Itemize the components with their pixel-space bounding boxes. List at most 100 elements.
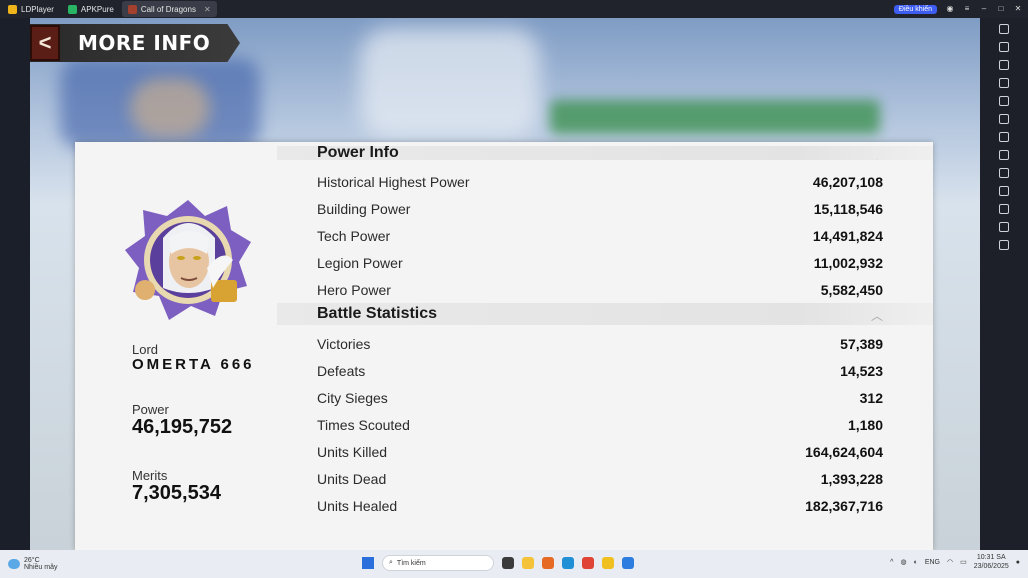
keyboard-icon[interactable]: [999, 24, 1009, 34]
power-label: Power: [132, 402, 169, 417]
stat-value: 14,523: [840, 362, 883, 379]
stat-row: Legion Power 11,002,932: [277, 249, 933, 276]
stat-label: Victories: [317, 335, 371, 352]
network-icon[interactable]: ◍: [900, 558, 906, 566]
more-icon[interactable]: [999, 240, 1009, 250]
weather-desc: Nhiều mây: [24, 564, 58, 571]
task-view-icon[interactable]: [502, 557, 514, 569]
tab-ldplayer[interactable]: LDPlayer: [2, 1, 60, 17]
stat-value: 1,180: [847, 416, 883, 433]
background-blur-tan: [130, 78, 210, 138]
stat-row: Times Scouted 1,180: [277, 411, 933, 438]
record-icon[interactable]: [999, 78, 1009, 88]
windows-taskbar: 26°C Nhiều mây ⌕ Tìm kiếm ^ ◍ ◐ ENG ◠ ▭ …: [0, 550, 1028, 578]
tab-apkpure[interactable]: APKPure: [62, 1, 120, 17]
stat-label: Units Healed: [317, 497, 398, 514]
chevron-up-icon[interactable]: ︿: [871, 307, 883, 324]
page-title: MORE INFO: [78, 31, 211, 55]
stat-value: 312: [859, 389, 883, 406]
system-clock[interactable]: 10:31 SA 23/06/2025: [974, 553, 1009, 571]
power-value: 46,195,752: [132, 416, 233, 438]
chevron-up-icon[interactable]: ︿: [871, 150, 883, 160]
lord-avatar[interactable]: [123, 198, 253, 322]
control-pill-button[interactable]: Điều khiển: [893, 4, 937, 14]
account-icon[interactable]: ◉: [946, 5, 954, 13]
stat-label: Defeats: [317, 362, 366, 379]
windows-start-icon[interactable]: [362, 557, 374, 569]
stat-label: Tech Power: [317, 227, 391, 244]
stat-value: 57,389: [840, 335, 883, 352]
lord-name: OMERTA 666: [132, 356, 255, 373]
stat-label: Units Dead: [317, 470, 387, 487]
sync-icon[interactable]: [999, 204, 1009, 214]
chrome-icon[interactable]: [582, 557, 594, 569]
menu-icon[interactable]: ≡: [963, 5, 971, 13]
folder-icon[interactable]: [999, 168, 1009, 178]
maximize-icon[interactable]: □: [997, 5, 1005, 13]
battery-icon[interactable]: ▭: [960, 558, 967, 566]
multi-instance-icon[interactable]: [999, 186, 1009, 196]
section-header-battle-statistics[interactable]: Battle Statistics ︿: [277, 303, 933, 325]
firefox-icon[interactable]: [542, 557, 554, 569]
merits-label: Merits: [132, 468, 168, 483]
minimize-icon[interactable]: –: [980, 5, 988, 13]
background-blur-green: [550, 100, 880, 134]
edge-icon[interactable]: [562, 557, 574, 569]
close-window-icon[interactable]: ✕: [1014, 5, 1022, 13]
notification-icon[interactable]: ●: [1016, 559, 1020, 566]
stat-value: 5,582,450: [820, 281, 883, 298]
emulator-sidebar: [980, 18, 1028, 556]
cloud-icon: [8, 559, 20, 569]
stats-column[interactable]: Power Info ︿ Historical Highest Power 46,…: [277, 146, 933, 550]
wifi-icon[interactable]: ◠: [947, 558, 953, 566]
screenshot-icon[interactable]: [999, 60, 1009, 70]
speaker-icon[interactable]: ◐: [914, 559, 918, 566]
profile-column: Lord OMERTA 666 Power 46,195,752 Merits …: [75, 142, 277, 550]
stat-row: Historical Highest Power 46,207,108: [277, 168, 933, 195]
stat-label: Historical Highest Power: [317, 173, 470, 190]
shake-icon[interactable]: [999, 132, 1009, 142]
back-button[interactable]: <: [30, 25, 60, 61]
lord-label: Lord: [132, 342, 159, 357]
volume-icon[interactable]: [999, 96, 1009, 106]
gamepad-icon[interactable]: [999, 42, 1009, 52]
stat-value: 182,367,716: [805, 497, 883, 514]
section-header-power-info[interactable]: Power Info ︿: [277, 146, 933, 160]
close-tab-icon[interactable]: ✕: [204, 5, 211, 14]
stat-value: 1,393,228: [820, 470, 883, 487]
rotate-icon[interactable]: [999, 114, 1009, 124]
ldplayer-icon: [8, 4, 17, 14]
clock-time: 10:31 SA: [976, 554, 1006, 561]
weather-temp: 26°C: [24, 557, 40, 564]
apk-install-icon[interactable]: [999, 150, 1009, 160]
search-icon: ⌕: [389, 559, 393, 566]
language-indicator[interactable]: ENG: [925, 559, 940, 566]
stat-value: 15,118,546: [813, 200, 883, 217]
chevron-up-tray-icon[interactable]: ^: [890, 559, 893, 566]
browser-tab-bar: LDPlayer APKPure Call of Dragons ✕ Điều …: [0, 0, 1028, 18]
store-icon[interactable]: [622, 557, 634, 569]
section-title: Power Info: [317, 146, 399, 160]
tab-label: APKPure: [80, 4, 114, 14]
game-viewport: < MORE INFO Lord OMERTA 666 Power 46,195…: [30, 18, 980, 550]
search-placeholder: Tìm kiếm: [396, 559, 426, 567]
stat-label: Times Scouted: [317, 416, 410, 433]
file-explorer-icon[interactable]: [522, 557, 534, 569]
taskbar-search[interactable]: ⌕ Tìm kiếm: [382, 555, 494, 571]
stat-value: 14,491,824: [812, 227, 883, 244]
apkpure-icon: [67, 4, 77, 14]
stat-row: Units Healed 182,367,716: [277, 492, 933, 519]
stat-value: 11,002,932: [813, 254, 883, 271]
stat-label: Hero Power: [317, 281, 391, 298]
clock-date: 23/06/2025: [973, 563, 1009, 570]
stat-row: Units Dead 1,393,228: [277, 465, 933, 492]
background-blur-white: [360, 28, 540, 138]
location-icon[interactable]: [999, 222, 1009, 232]
tab-call-of-dragons[interactable]: Call of Dragons ✕: [121, 1, 217, 17]
stat-row: Hero Power 5,582,450: [277, 276, 933, 303]
weather-widget[interactable]: 26°C Nhiều mây: [8, 557, 57, 571]
stat-row: City Sieges 312: [277, 384, 933, 411]
more-info-panel: Lord OMERTA 666 Power 46,195,752 Merits …: [75, 142, 933, 550]
tab-label: LDPlayer: [21, 4, 54, 14]
ldplayer-taskbar-icon[interactable]: [602, 557, 614, 569]
